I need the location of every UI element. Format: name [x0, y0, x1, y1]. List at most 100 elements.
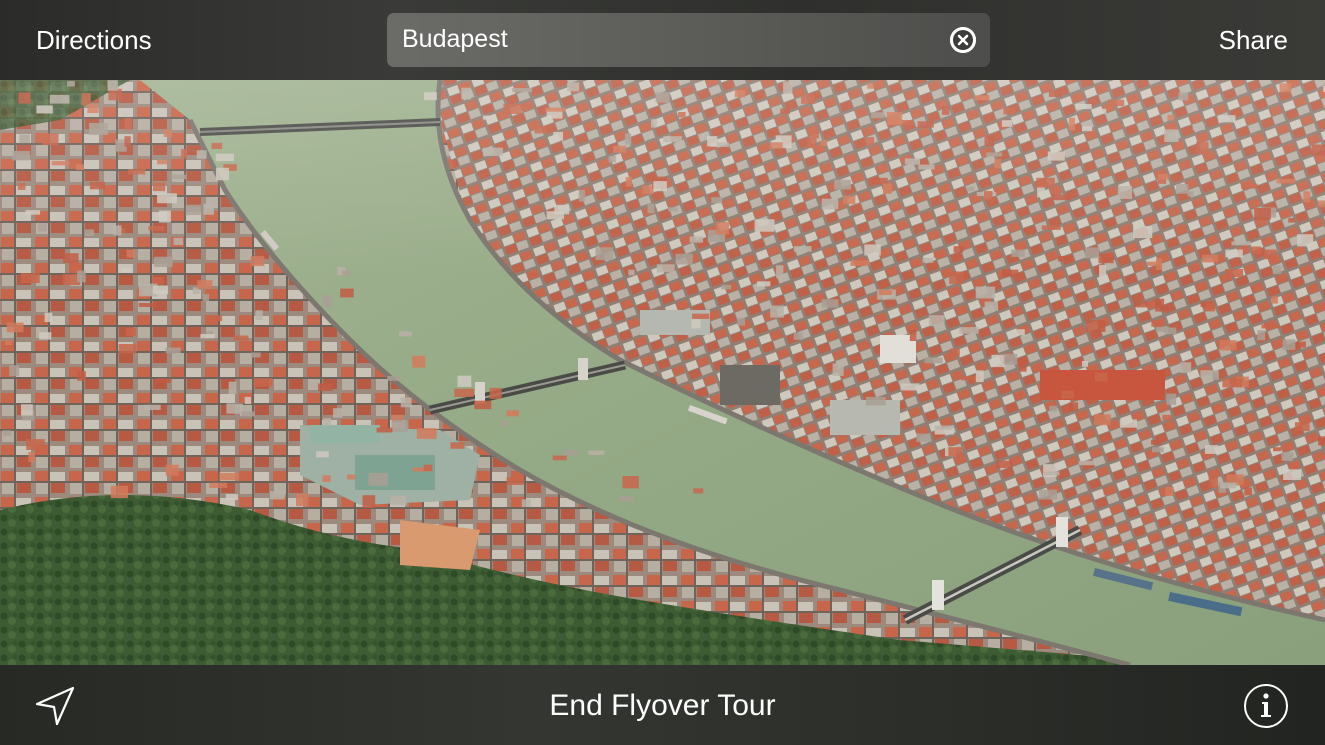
rooftop [865, 396, 886, 406]
rooftop [77, 371, 86, 381]
rooftop [209, 482, 228, 488]
rooftop [1257, 330, 1266, 341]
rooftop [821, 299, 839, 308]
rooftop [412, 355, 426, 368]
rooftop [900, 383, 920, 391]
rooftop [1165, 486, 1174, 496]
rooftop [1295, 422, 1310, 431]
rooftop [588, 450, 605, 456]
end-tour-container: End Flyover Tour [0, 686, 1325, 726]
rooftop [1038, 489, 1058, 500]
rooftop [1061, 390, 1074, 399]
clear-search-button[interactable] [950, 27, 976, 53]
rooftop [934, 425, 952, 430]
rooftop [323, 418, 331, 426]
rooftop [219, 472, 239, 481]
rooftop [110, 485, 128, 499]
rooftop [390, 495, 407, 506]
rooftop [2, 430, 11, 436]
rooftop [975, 286, 996, 299]
info-button[interactable] [1243, 683, 1289, 729]
rooftop [1094, 372, 1108, 382]
rooftop [1318, 436, 1325, 446]
rooftop [1151, 439, 1162, 445]
rooftop [318, 383, 333, 391]
rooftop [241, 411, 255, 417]
rooftop [832, 363, 844, 376]
rooftop [1133, 301, 1148, 308]
rooftop [225, 494, 238, 501]
royal-palace [355, 455, 435, 490]
rooftop [450, 442, 465, 449]
rooftop [1094, 414, 1111, 426]
rooftop [269, 491, 285, 500]
rooftop [209, 315, 223, 321]
rooftop [521, 499, 531, 507]
rooftop [391, 420, 408, 432]
map-canvas[interactable] [0, 80, 1325, 665]
search-input-value[interactable]: Budapest [402, 22, 508, 56]
rooftop [255, 310, 263, 321]
rooftop [1204, 445, 1219, 454]
rooftop [924, 357, 943, 364]
rooftop [400, 397, 412, 408]
rooftop [878, 289, 893, 296]
rooftop [721, 284, 732, 290]
rooftop [1078, 460, 1096, 466]
rooftop [244, 396, 251, 404]
rooftop [26, 439, 45, 450]
rooftop [1155, 326, 1169, 332]
rooftop [118, 344, 137, 354]
rooftop [368, 472, 388, 486]
rooftop [1119, 419, 1137, 428]
rooftop [233, 335, 249, 341]
rooftop [489, 387, 502, 399]
rooftop [909, 329, 917, 341]
rooftop [387, 375, 401, 381]
atmospheric-haze [0, 80, 1325, 280]
rooftop [226, 403, 243, 414]
rooftop [975, 370, 984, 383]
bottom-toolbar: End Flyover Tour [0, 665, 1325, 745]
flyover-map[interactable] [0, 80, 1325, 665]
rooftop [322, 295, 332, 307]
info-icon [1244, 684, 1288, 728]
rooftop [691, 319, 701, 329]
rooftop [1205, 303, 1216, 312]
rooftop [1068, 402, 1079, 411]
rooftop [197, 280, 213, 289]
rooftop [1082, 361, 1088, 367]
rooftop [376, 427, 393, 433]
rooftop [416, 428, 437, 439]
rooftop [202, 294, 209, 302]
rooftop [959, 327, 979, 334]
directions-button[interactable]: Directions [36, 22, 152, 58]
rooftop [1162, 414, 1173, 421]
rooftop [1220, 482, 1237, 489]
rooftop [1152, 447, 1164, 453]
rooftop [770, 305, 784, 318]
rooftop [474, 400, 492, 410]
rooftop [1086, 320, 1106, 332]
rooftop [1016, 329, 1025, 336]
rooftop [457, 375, 472, 387]
search-field[interactable]: Budapest [387, 13, 990, 67]
rooftop [502, 420, 509, 427]
rooftop [1019, 359, 1027, 372]
rooftop [165, 464, 179, 476]
rooftop [1003, 353, 1018, 365]
rooftop [6, 322, 24, 333]
clear-circle-icon [950, 27, 976, 53]
rooftop [362, 495, 376, 508]
rooftop [333, 408, 343, 418]
end-flyover-tour-button[interactable]: End Flyover Tour [549, 689, 775, 722]
rooftop [28, 452, 35, 463]
rooftop [916, 433, 931, 442]
rooftop [454, 388, 474, 397]
rooftop [125, 327, 137, 337]
rooftop [347, 474, 356, 480]
rooftop [1180, 362, 1192, 373]
elisabeth-bridge-pylon [932, 580, 944, 610]
share-button[interactable]: Share [1219, 22, 1288, 58]
rooftop [155, 378, 171, 383]
